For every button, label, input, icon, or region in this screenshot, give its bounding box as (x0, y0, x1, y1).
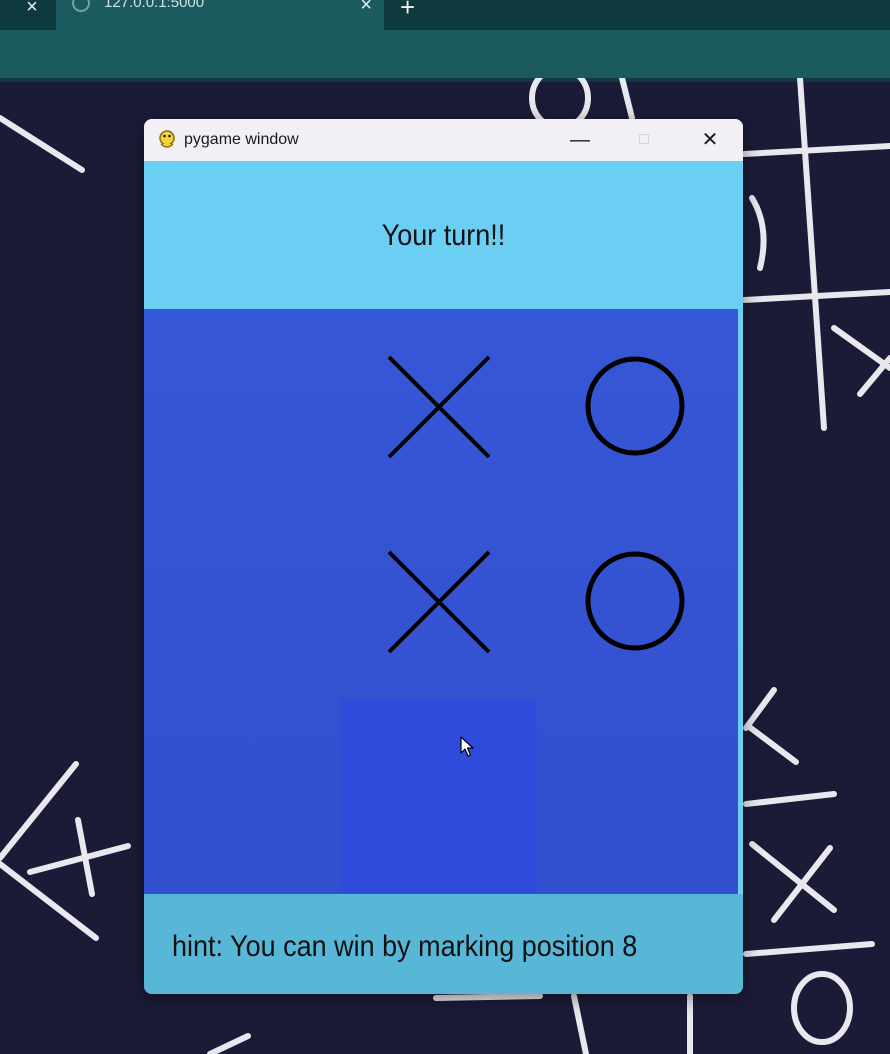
mouse-cursor-icon (460, 736, 474, 757)
board-cell-3[interactable] (537, 309, 733, 504)
turn-status: Your turn!! (381, 219, 506, 252)
board-cell-2[interactable] (341, 309, 537, 504)
board-cell-7[interactable] (145, 699, 341, 894)
game-board (144, 309, 738, 894)
window-title: pygame window (184, 131, 299, 148)
previous-tab-close-button[interactable]: × (14, 0, 50, 24)
browser-toolbar (0, 30, 890, 82)
tab-title: 127.0.0.1:5000 (104, 0, 205, 11)
board-cell-5[interactable] (341, 504, 537, 699)
maximize-button[interactable]: □ (622, 125, 666, 155)
close-button[interactable]: ✕ (688, 125, 732, 155)
o-mark (585, 551, 685, 651)
minimize-button[interactable]: — (558, 125, 602, 155)
board-cell-8[interactable] (341, 699, 537, 894)
x-mark (387, 550, 491, 654)
board-cell-6[interactable] (537, 504, 733, 699)
new-tab-button[interactable]: + (400, 0, 415, 23)
board-cell-9[interactable] (537, 699, 733, 894)
x-mark (387, 355, 491, 459)
pygame-snake-icon (159, 130, 175, 148)
hint-text: hint: You can win by marking position 8 (172, 930, 638, 963)
loading-spinner-icon (72, 0, 90, 12)
hint-panel: hint: You can win by marking position 8 (144, 894, 743, 994)
board-cell-1[interactable] (145, 309, 341, 504)
board-cell-4[interactable] (145, 504, 341, 699)
pygame-window: pygame window — □ ✕ Your turn!! hint: Yo… (144, 119, 743, 994)
tab-close-button[interactable]: × (360, 0, 372, 17)
status-panel: Your turn!! (144, 161, 743, 309)
browser-tab[interactable]: 127.0.0.1:5000 × (56, 0, 384, 30)
browser-tab-bar: × 127.0.0.1:5000 × + (0, 0, 890, 30)
board-edge (738, 309, 743, 894)
o-mark (585, 356, 685, 456)
window-titlebar[interactable]: pygame window — □ ✕ (144, 119, 743, 161)
